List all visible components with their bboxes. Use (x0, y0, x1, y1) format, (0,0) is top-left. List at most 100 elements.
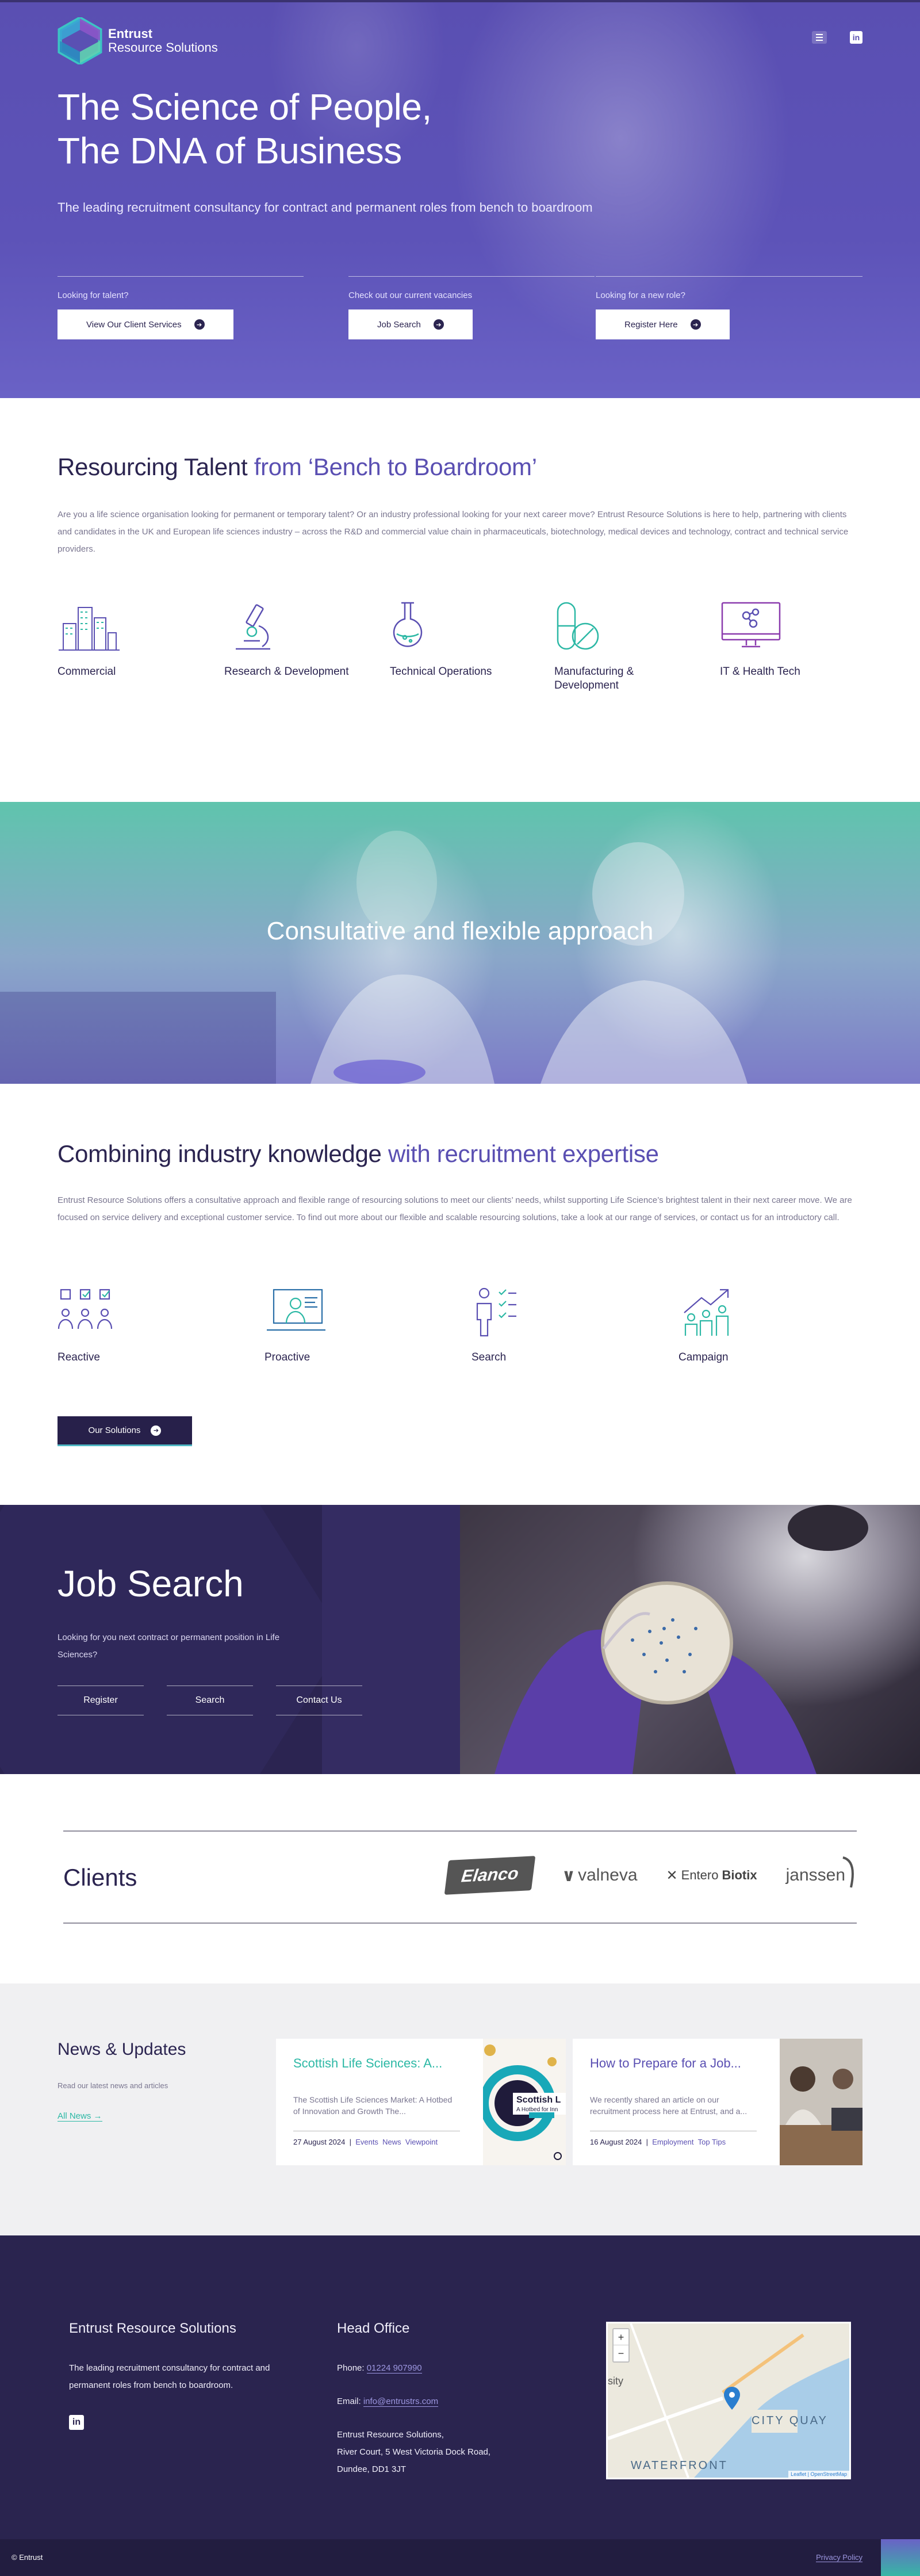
flask-icon (393, 602, 423, 647)
section-paragraph: Are you a life science organisation look… (57, 510, 849, 554)
arrow-right-icon: ➔ (151, 1425, 162, 1436)
search-link[interactable]: Search (167, 1686, 253, 1715)
section-paragraph: Entrust Resource Solutions offers a cons… (57, 1195, 852, 1222)
register-here-button[interactable]: Register Here ➔ (596, 309, 730, 339)
service-campaign[interactable]: Campaign (678, 1286, 816, 1364)
contact-us-link[interactable]: Contact Us (276, 1686, 362, 1715)
top-bar (0, 0, 920, 2)
news-card-excerpt: The Scottish Life Sciences Market: A Hot… (293, 2095, 453, 2116)
privacy-policy-link[interactable]: Privacy Policy (816, 2553, 862, 2562)
copyright: © Entrust (12, 2553, 43, 2562)
view-client-services-button[interactable]: View Our Client Services ➔ (57, 309, 233, 339)
service-proactive[interactable]: Proactive (264, 1286, 402, 1364)
growth-people-icon (684, 1289, 729, 1336)
service-search[interactable]: Search (471, 1286, 610, 1364)
person-checklist-icon (476, 1287, 516, 1337)
news-card-excerpt: We recently shared an article on our rec… (590, 2095, 747, 2116)
divider (596, 276, 862, 277)
section-title: Resourcing Talent from ‘Bench to Boardro… (57, 453, 537, 480)
presentation-icon (267, 1289, 325, 1331)
bottom-bar: © Entrust Privacy Policy (0, 2539, 920, 2576)
microscope-icon (236, 604, 270, 650)
office-map[interactable]: + − sity CITY QUAY WATERFRONT Leaflet | … (606, 2322, 851, 2479)
hero-subtitle: The leading recruitment consultancy for … (57, 200, 593, 215)
news-card-thumbnail (780, 2039, 862, 2165)
sector-commercial[interactable]: Commercial (57, 601, 195, 679)
sector-research[interactable]: Research & Development (224, 601, 362, 679)
banner-section: Consultative and flexible approach (0, 802, 920, 1084)
email-link[interactable]: info@entrustrs.com (363, 2397, 439, 2407)
clients-section: Clients Elanco ∨ valneva ✕ Entero Biotix ja… (0, 1774, 920, 1983)
our-solutions-button[interactable]: Our Solutions ➔ (57, 1416, 192, 1446)
job-search-description: Looking for you next contract or permane… (57, 1633, 280, 1660)
janssen-logo: janssen (786, 1856, 854, 1888)
sector-it[interactable]: IT & Health Tech (720, 601, 858, 679)
news-title: News & Updates (57, 2040, 186, 2059)
banner-title: Consultative and flexible approach (266, 917, 654, 945)
resourcing-section: Resourcing Talent from ‘Bench to Boardro… (0, 398, 920, 802)
site-logo[interactable]: Entrust Resource Solutions (57, 17, 218, 64)
news-card-title[interactable]: Scottish Life Sciences: A... (293, 2056, 460, 2071)
zoom-in-button[interactable]: + (614, 2329, 628, 2345)
job-search-links: Register Search Contact Us (57, 1686, 362, 1715)
news-card[interactable]: How to Prepare for a Job... We recently … (573, 2039, 862, 2165)
zoom-out-button[interactable]: − (614, 2345, 628, 2361)
news-subtitle: Read our latest news and articles (57, 2081, 168, 2090)
job-search-title: Job Search (57, 1563, 244, 1604)
hexagon-logo-icon (57, 17, 102, 64)
monitor-icon (721, 602, 781, 648)
divider (348, 276, 595, 277)
zoom-controls: + − (612, 2328, 630, 2363)
cta-job-search: Check out our current vacancies Job Sear… (348, 276, 595, 339)
news-card-meta: 16 August 2024 | Employment Top Tips (590, 2138, 726, 2146)
address: Entrust Resource Solutions, River Court,… (337, 2430, 491, 2474)
linkedin-icon[interactable]: in (69, 2415, 84, 2430)
news-card-thumbnail: Scottish L A Hotbed for Inn (480, 2039, 566, 2165)
map-attribution[interactable]: Leaflet | OpenStreetMap (788, 2471, 849, 2478)
news-section: News & Updates Read our latest news and … (0, 1983, 920, 2235)
job-search-section: Job Search Looking for you next contract… (0, 1505, 920, 1774)
tag-link[interactable]: Events (355, 2138, 378, 2146)
arrow-right-icon: ➔ (194, 319, 205, 330)
footer-office: Head Office Phone: 01224 907990 Email: i… (337, 2321, 567, 2478)
section-title: Combining industry knowledge with recrui… (57, 1140, 659, 1167)
news-card-meta: 27 August 2024 | Events News Viewpoint (293, 2138, 438, 2146)
service-reactive[interactable]: Reactive (57, 1286, 195, 1364)
hero-title: The Science of People, The DNA of Busine… (57, 86, 432, 171)
elanco-logo: Elanco (444, 1856, 536, 1895)
tag-link[interactable]: Viewpoint (405, 2138, 438, 2146)
expertise-section: Combining industry knowledge with recrui… (0, 1084, 920, 1505)
client-logos: Elanco ∨ valneva ✕ Entero Biotix janssen (444, 1852, 854, 1898)
all-news-link[interactable]: All News → (57, 2111, 102, 2122)
phone-link[interactable]: 01224 907990 (366, 2363, 422, 2374)
scroll-top-button[interactable] (881, 2539, 920, 2576)
job-search-button[interactable]: Job Search ➔ (348, 309, 473, 339)
hero-section: Entrust Resource Solutions in The Scienc… (0, 0, 920, 398)
enterobiotix-logo: ✕ Entero Biotix (666, 1867, 757, 1883)
cta-register: Looking for a new role? Register Here ➔ (596, 276, 862, 339)
clients-title: Clients (63, 1864, 137, 1891)
sector-manufacturing[interactable]: Manufacturing & Development (554, 601, 692, 693)
petri-dish-image (460, 1505, 920, 1774)
arrow-right-icon: ➔ (690, 319, 701, 330)
hamburger-icon[interactable] (812, 31, 827, 44)
register-link[interactable]: Register (57, 1686, 144, 1715)
divider (57, 276, 304, 277)
brand-name: Entrust (108, 26, 152, 41)
cta-client-services: Looking for talent? View Our Client Serv… (57, 276, 304, 339)
brand-subname: Resource Solutions (108, 40, 218, 55)
news-card-title[interactable]: How to Prepare for a Job... (590, 2056, 757, 2071)
valneva-logo: ∨ valneva (561, 1866, 638, 1885)
site-footer: Entrust Resource Solutions The leading r… (0, 2235, 920, 2539)
news-card[interactable]: Scottish Life Sciences: A... The Scottis… (276, 2039, 566, 2165)
linkedin-icon[interactable]: in (850, 31, 862, 44)
tag-link[interactable]: Employment (652, 2138, 693, 2146)
capsule-icon (557, 602, 599, 650)
tag-link[interactable]: Top Tips (698, 2138, 726, 2146)
sector-list: Commercial Research & Development Techni… (57, 601, 862, 716)
footer-about: Entrust Resource Solutions The leading r… (69, 2321, 310, 2430)
sector-technical[interactable]: Technical Operations (390, 601, 528, 679)
tag-link[interactable]: News (382, 2138, 401, 2146)
arrow-right-icon: ➔ (433, 319, 444, 330)
buildings-icon (59, 607, 120, 651)
